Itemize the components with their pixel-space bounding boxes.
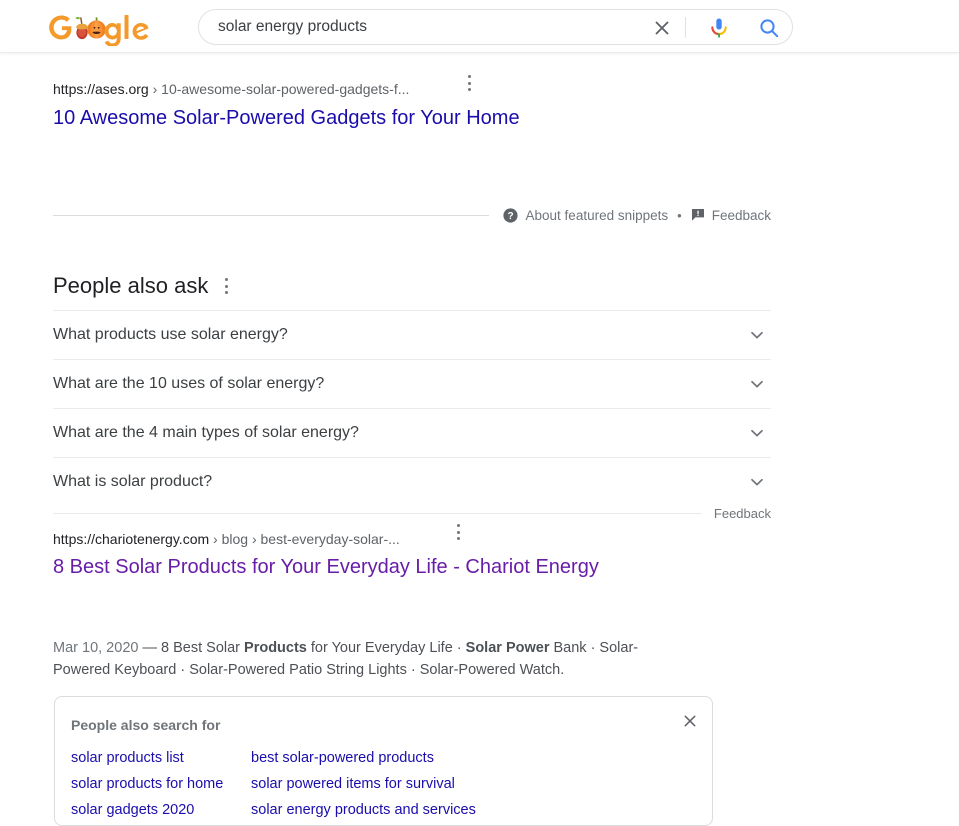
result-url-domain: https://chariotenergy.com — [53, 531, 210, 547]
question-label: What are the 10 uses of solar energy? — [53, 375, 325, 392]
snippet-dash: — — [142, 640, 157, 656]
search-icon — [760, 19, 779, 38]
search-header — [0, 0, 959, 53]
result-url-path: › blog › best-everyday-solar-... — [213, 531, 400, 547]
result-2-snippet: Mar 10, 2020 — 8 Best Solar Products for… — [53, 638, 678, 681]
more-options-icon — [457, 524, 461, 542]
result-url[interactable]: https://chariotenergy.com › blog › best-… — [53, 531, 400, 547]
about-featured-snippets-label: About featured snippets — [525, 207, 669, 223]
people-also-search-for-title: People also search for — [71, 717, 221, 733]
featured-snippet-kebab-button[interactable] — [468, 75, 472, 98]
people-also-ask-list: What products use solar energy? What are… — [53, 310, 771, 506]
people-also-search-for-box: People also search for solar products li… — [54, 696, 713, 826]
result-title[interactable]: 10 Awesome Solar-Powered Gadgets for You… — [53, 107, 520, 129]
people-also-ask-feedback-link[interactable]: Feedback — [714, 506, 771, 521]
microphone-icon — [711, 18, 727, 38]
chevron-down-icon — [751, 380, 763, 388]
result-2-url: https://chariotenergy.com › blog › best-… — [53, 530, 400, 549]
divider — [53, 513, 702, 514]
result-2-kebab-button[interactable] — [457, 524, 461, 547]
related-search-link[interactable]: solar products list — [71, 745, 251, 771]
result-title[interactable]: 8 Best Solar Products for Your Everyday … — [53, 556, 599, 578]
snippet-date: Mar 10, 2020 — [53, 640, 139, 656]
people-also-ask-footer: Feedback — [53, 506, 771, 521]
chevron-down-icon — [751, 331, 763, 339]
people-also-ask-item[interactable]: What are the 10 uses of solar energy? — [53, 359, 771, 408]
featured-snippet-footer: ? About featured snippets • Feedback — [53, 206, 771, 224]
people-also-search-for-links: solar products list best solar-powered p… — [71, 745, 691, 823]
people-also-ask-kebab-button[interactable] — [225, 278, 229, 296]
result-url-domain: https://ases.org — [53, 81, 149, 97]
result-2-title-link[interactable]: 8 Best Solar Products for Your Everyday … — [53, 554, 599, 580]
divider — [53, 214, 489, 216]
result-url[interactable]: https://ases.org › 10-awesome-solar-powe… — [53, 81, 409, 97]
search-divider — [685, 17, 686, 38]
clear-search-button[interactable] — [651, 17, 673, 39]
featured-snippet-title-link[interactable]: 10 Awesome Solar-Powered Gadgets for You… — [53, 105, 520, 131]
chevron-down-icon — [751, 478, 763, 486]
related-search-link[interactable]: solar powered items for survival — [251, 771, 691, 797]
close-icon — [655, 21, 669, 35]
featured-snippet-url: https://ases.org › 10-awesome-solar-powe… — [53, 80, 409, 99]
separator-dot: • — [677, 207, 682, 223]
related-search-link[interactable]: best solar-powered products — [251, 745, 691, 771]
people-also-ask-title: People also ask — [53, 273, 209, 298]
svg-text:?: ? — [507, 211, 513, 222]
people-also-ask-item[interactable]: What products use solar energy? — [53, 310, 771, 359]
question-label: What are the 4 main types of solar energ… — [53, 424, 359, 441]
related-search-link[interactable]: solar energy products and services — [251, 797, 691, 823]
question-label: What products use solar energy? — [53, 326, 288, 343]
google-logo[interactable] — [45, 6, 163, 46]
people-also-ask-header: People also ask — [53, 272, 229, 300]
search-input[interactable] — [218, 10, 638, 44]
about-featured-snippets-link[interactable]: ? About featured snippets — [502, 207, 669, 223]
help-circle-icon: ? — [502, 207, 518, 223]
search-bar — [198, 9, 793, 45]
voice-search-button[interactable] — [707, 16, 731, 40]
snippet-body: 8 Best Solar Products for Your Everyday … — [53, 640, 639, 678]
google-halloween-doodle-icon — [49, 15, 149, 46]
related-search-link[interactable]: solar products for home — [71, 771, 251, 797]
result-url-path: › 10-awesome-solar-powered-gadgets-f... — [152, 81, 410, 97]
close-icon — [684, 715, 696, 727]
people-also-ask-item[interactable]: What are the 4 main types of solar energ… — [53, 408, 771, 457]
search-submit-button[interactable] — [758, 17, 780, 39]
question-label: What is solar product? — [53, 473, 213, 490]
feedback-link[interactable]: Feedback — [691, 208, 771, 223]
close-people-also-search-for-button[interactable] — [681, 712, 699, 730]
chevron-down-icon — [751, 429, 763, 437]
people-also-ask-item[interactable]: What is solar product? — [53, 457, 771, 506]
more-options-icon — [468, 75, 472, 93]
feedback-flag-icon — [691, 209, 704, 221]
feedback-label: Feedback — [711, 207, 771, 223]
related-search-link[interactable]: solar gadgets 2020 — [71, 797, 251, 823]
